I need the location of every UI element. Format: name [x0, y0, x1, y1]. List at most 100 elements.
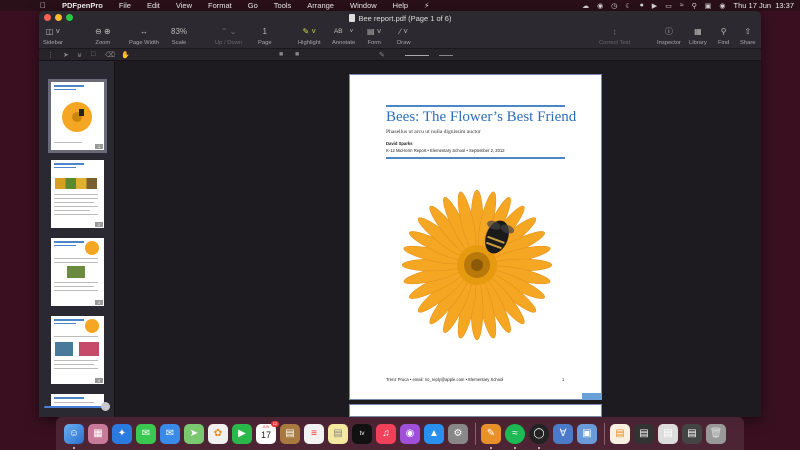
- draw-button[interactable]: ∕ ˅ Draw: [397, 25, 411, 49]
- trash-icon[interactable]: 🗑: [706, 423, 726, 444]
- notes-icon[interactable]: ▤: [328, 423, 348, 444]
- thumbnail-page-3[interactable]: 3: [51, 238, 104, 306]
- window-controls: [44, 14, 73, 21]
- form-button[interactable]: ▤ ˅ Form: [367, 25, 381, 49]
- calendar-icon[interactable]: JUN 17 12: [256, 420, 279, 444]
- menu-arrange[interactable]: Arrange: [299, 1, 342, 10]
- close-window-button[interactable]: [44, 14, 51, 21]
- maps-icon[interactable]: ➤: [184, 423, 204, 444]
- moon-icon[interactable]: ☾: [625, 2, 631, 10]
- correct-text-button[interactable]: ↨ Correct Text: [599, 25, 630, 49]
- app-store-icon[interactable]: ▲: [424, 423, 444, 444]
- drag-handle-icon[interactable]: ⋮: [47, 51, 54, 59]
- launchpad-icon[interactable]: ▦: [88, 423, 108, 444]
- menu-edit[interactable]: Edit: [139, 1, 168, 10]
- menu-tools[interactable]: Tools: [266, 1, 300, 10]
- hand-icon[interactable]: ✋: [121, 51, 130, 59]
- library-icon: ▦: [694, 26, 702, 36]
- find-button[interactable]: ⚲ Find: [718, 25, 729, 49]
- xcode-icon[interactable]: ∀: [553, 423, 573, 444]
- menu-help[interactable]: Help: [385, 1, 416, 10]
- thumbnail-page-4[interactable]: 4: [51, 316, 104, 384]
- thumbnail-size-slider-track[interactable]: [44, 406, 104, 408]
- eraser-icon[interactable]: ⌫: [105, 51, 115, 59]
- menu-window[interactable]: Window: [342, 1, 385, 10]
- zoom-button[interactable]: ⊖ ⊕ Zoom: [95, 25, 111, 49]
- system-preferences-icon[interactable]: ⚙: [448, 423, 468, 444]
- battery-icon[interactable]: ▭: [665, 2, 672, 10]
- search-icon[interactable]: ⚲: [692, 2, 697, 10]
- minimize-window-button[interactable]: [55, 14, 62, 21]
- thumbnail-size-slider-knob[interactable]: [101, 402, 110, 411]
- line-weight-selector[interactable]: [405, 55, 429, 56]
- thumbnail-page-1[interactable]: 1: [48, 79, 107, 153]
- menu-app-name[interactable]: PDFpenPro: [50, 1, 111, 10]
- pdf-page-1[interactable]: Bees: The Flower’s Best Friend Phasellus…: [349, 74, 602, 400]
- time-machine-icon[interactable]: ◷: [611, 2, 617, 10]
- thumb-flower-image: [85, 319, 99, 333]
- share-icon: ⇧: [744, 26, 752, 36]
- document-view[interactable]: Bees: The Flower’s Best Friend Phasellus…: [116, 61, 761, 417]
- notes-brown-icon[interactable]: ▤: [280, 423, 300, 444]
- pen-style-icon[interactable]: ✎: [379, 51, 385, 59]
- page-control[interactable]: 1 Page: [258, 25, 272, 49]
- document-thumbnail-icon[interactable]: ▤: [610, 423, 630, 444]
- screenshot-stack-icon[interactable]: ▤: [682, 423, 702, 444]
- line-dash-selector[interactable]: [439, 55, 453, 56]
- finder-icon[interactable]: ☺: [64, 423, 84, 449]
- menu-format[interactable]: Format: [200, 1, 240, 10]
- title-rule-top: [386, 105, 565, 107]
- notification-icon[interactable]: ●: [640, 2, 644, 9]
- cloud-icon[interactable]: ☁: [582, 2, 589, 10]
- screenflow-icon[interactable]: ◯: [529, 423, 549, 449]
- spotify-icon[interactable]: ≈: [505, 423, 525, 449]
- music-icon[interactable]: ♫: [376, 423, 396, 444]
- menu-file[interactable]: File: [111, 1, 139, 10]
- messages-icon[interactable]: ✉: [136, 423, 156, 444]
- thumbnail-page-2[interactable]: 2: [51, 160, 104, 228]
- share-button[interactable]: ⇧ Share: [740, 25, 755, 49]
- pdfpen-icon[interactable]: ✎: [481, 423, 501, 449]
- page-value[interactable]: 1: [263, 25, 267, 37]
- safari-icon[interactable]: ✦: [112, 423, 132, 444]
- sidebar-icon: ◫ ˅: [45, 26, 61, 36]
- reminders-icon[interactable]: ≡: [304, 423, 324, 444]
- apple-tv-icon[interactable]: tv: [352, 423, 372, 444]
- scale-control[interactable]: 83% Scale: [171, 25, 187, 49]
- podcasts-icon[interactable]: ◉: [400, 423, 420, 444]
- up-down-button[interactable]: ⌃ ⌄ Up / Down: [215, 25, 242, 49]
- menu-go[interactable]: Go: [240, 1, 266, 10]
- inspector-button[interactable]: ⓘ Inspector: [657, 25, 681, 49]
- zoom-window-button[interactable]: [66, 14, 73, 21]
- play-icon[interactable]: ▶: [652, 2, 657, 10]
- thumb-photo: [55, 342, 73, 356]
- library-button[interactable]: ▦ Library: [689, 25, 707, 49]
- mail-icon[interactable]: ✉: [160, 423, 180, 444]
- sidebar-button[interactable]: ◫ ˅ Sidebar: [43, 25, 63, 49]
- text-color-icon[interactable]: ■: [295, 51, 299, 58]
- menubar-clock[interactable]: Thu 17 Jun 13:37: [734, 1, 794, 10]
- globe-icon[interactable]: ◉: [597, 2, 603, 10]
- annotate-button[interactable]: AB ˅ Annotate: [332, 25, 355, 49]
- control-center-icon[interactable]: ▣: [705, 2, 712, 10]
- photos-icon[interactable]: ✿: [208, 423, 228, 444]
- apple-menu-icon[interactable]: : [36, 1, 50, 10]
- siri-icon[interactable]: ◉: [719, 2, 725, 10]
- page-width-button[interactable]: ↔ Page Width: [129, 25, 159, 49]
- facetime-icon[interactable]: ▶: [232, 423, 252, 444]
- select-text-icon[interactable]: ⊎: [77, 51, 82, 59]
- document-subtitle: Phasellus ut arcu ut nulla dignissim auc…: [386, 129, 481, 135]
- window-minimized-icon[interactable]: ▤: [634, 423, 654, 444]
- wifi-icon[interactable]: ≈: [680, 2, 684, 9]
- menu-view[interactable]: View: [168, 1, 200, 10]
- pointer-icon[interactable]: ➤: [63, 51, 69, 59]
- highlight-button[interactable]: ✎ ˅ Highlight: [298, 25, 321, 49]
- fill-color-icon[interactable]: ■: [279, 51, 283, 58]
- script-bolt-icon[interactable]: ⚡: [416, 1, 437, 10]
- pdf-page-2-edge[interactable]: [349, 404, 602, 417]
- marquee-icon[interactable]: □: [91, 51, 95, 58]
- annotation-style-bar: ⋮ ➤ ⊎ □ ⌫ ✋ ■ ■ ✎: [39, 49, 761, 61]
- scale-value[interactable]: 83%: [171, 25, 187, 37]
- downloads-stack-icon[interactable]: ▤: [658, 423, 678, 444]
- preview-icon[interactable]: ▣: [577, 423, 597, 444]
